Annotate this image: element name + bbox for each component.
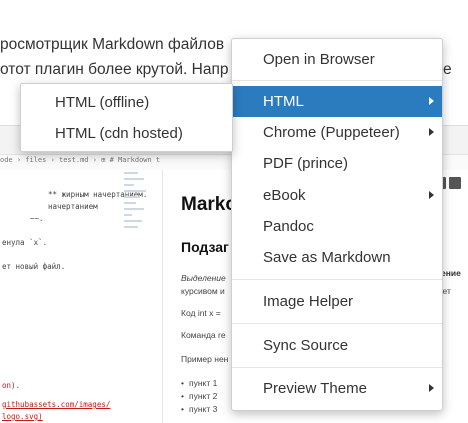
menu-item-html[interactable]: HTML [232, 86, 442, 117]
code-line: ет новый файл. [2, 262, 66, 271]
menu-item-sync-source[interactable]: Sync Source [232, 330, 442, 361]
code-line-link: logo.svg) [2, 412, 43, 421]
menu-separator [232, 279, 442, 280]
preview-list-item: пункт 1 [181, 378, 217, 388]
submenu-arrow-icon [429, 191, 434, 199]
context-menu: Open in Browser HTML Chrome (Puppeteer) … [231, 38, 443, 411]
preview-paragraph: Выделение [181, 273, 226, 283]
editor-minimap [124, 170, 148, 240]
menu-item-label: Pandoc [263, 218, 314, 235]
menu-item-label: Save as Markdown [263, 249, 391, 266]
code-line: начертанием [48, 202, 98, 211]
menu-item-pdf-prince[interactable]: PDF (prince) [232, 148, 442, 179]
menu-item-label: PDF (prince) [263, 155, 349, 172]
code-line-link: githubassets.com/images/ [2, 400, 111, 409]
menu-item-label: Open in Browser [263, 51, 375, 68]
background-text-line-2-tail: е [443, 61, 452, 78]
menu-item-label: Sync Source [263, 337, 349, 354]
submenu-arrow-icon [429, 128, 434, 136]
menu-item-label: Chrome (Puppeteer) [263, 124, 400, 141]
menu-item-ebook[interactable]: eBook [232, 180, 442, 211]
menu-item-preview-theme[interactable]: Preview Theme [232, 373, 442, 404]
background-text-line-1: росмотрщик Markdown файлов [0, 36, 225, 53]
submenu-item-html-offline[interactable]: HTML (offline) [21, 87, 232, 118]
code-line: on). [2, 381, 21, 390]
preview-list-item: пункт 2 [181, 391, 217, 401]
menu-separator [232, 80, 442, 81]
menu-item-open-in-browser[interactable]: Open in Browser [232, 44, 442, 75]
preview-list-item: пункт 3 [181, 404, 217, 414]
html-submenu: HTML (offline) HTML (cdn hosted) [20, 83, 233, 152]
preview-toolbar-button [449, 177, 461, 189]
submenu-arrow-icon [429, 384, 434, 392]
menu-item-save-as-markdown[interactable]: Save as Markdown [232, 242, 442, 273]
preview-paragraph: Команда re [181, 330, 226, 340]
menu-item-label: Preview Theme [263, 380, 367, 397]
background-text-line-2: отот плагин более крутой. Напр [0, 61, 229, 78]
preview-paragraph: Код int x = [181, 308, 221, 318]
code-line: енула `x`. [2, 238, 48, 247]
menu-separator [232, 367, 442, 368]
screenshot-breadcrumb: ode › files › test.md › ⊞ # Markdown tes… [0, 156, 160, 164]
menu-item-pandoc[interactable]: Pandoc [232, 211, 442, 242]
menu-item-chrome-puppeteer[interactable]: Chrome (Puppeteer) [232, 117, 442, 148]
code-line: ~~. [30, 214, 44, 223]
preview-paragraph: Пример нен [181, 354, 229, 364]
preview-heading-1: Marko [181, 194, 237, 215]
preview-paragraph: курсивом и [181, 286, 225, 296]
menu-item-label: eBook [263, 187, 306, 204]
menu-item-label: Image Helper [263, 293, 354, 310]
submenu-item-label: HTML (cdn hosted) [55, 125, 183, 142]
submenu-item-html-cdn-hosted[interactable]: HTML (cdn hosted) [21, 118, 232, 149]
preview-heading-2: Подзаг [181, 239, 229, 255]
submenu-arrow-icon [429, 97, 434, 105]
menu-separator [232, 323, 442, 324]
menu-item-label: HTML [263, 93, 304, 110]
submenu-item-label: HTML (offline) [55, 94, 150, 111]
menu-item-image-helper[interactable]: Image Helper [232, 286, 442, 317]
